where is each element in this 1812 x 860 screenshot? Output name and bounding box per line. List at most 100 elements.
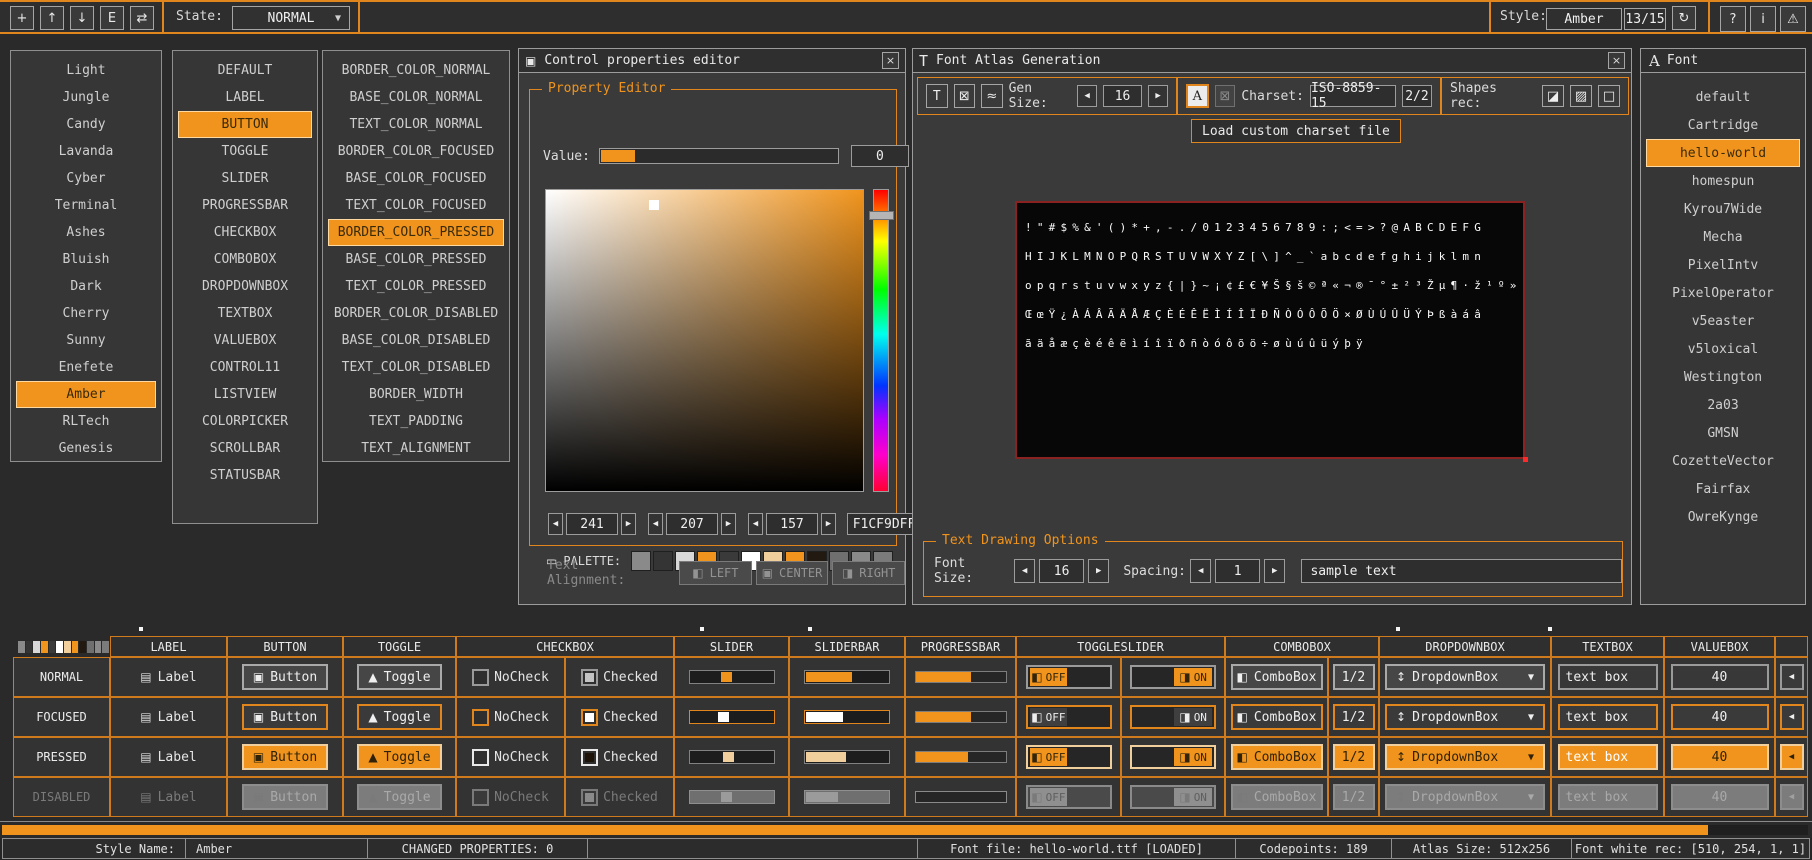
- font-atlas-preview[interactable]: !"#$%&'()*+,-./0123456789:;<=>?@ABCDEFGH…: [1015, 201, 1525, 459]
- control-item[interactable]: CHECKBOX: [178, 219, 312, 246]
- theme-item[interactable]: Jungle: [16, 84, 156, 111]
- textbox-sample[interactable]: text box: [1558, 744, 1658, 770]
- control-item[interactable]: COMBOBOX: [178, 246, 312, 273]
- theme-item[interactable]: Bluish: [16, 246, 156, 273]
- combobox-sample[interactable]: ◧ComboBox: [1231, 784, 1323, 810]
- font-item[interactable]: Westington: [1646, 363, 1800, 391]
- button-sample[interactable]: ▣Button: [242, 664, 328, 690]
- image-wave-icon[interactable]: ≈: [981, 84, 1003, 108]
- combobox-counter[interactable]: 1/2: [1333, 664, 1375, 690]
- new-file-icon[interactable]: +: [10, 6, 34, 30]
- valuebox-sample[interactable]: 40: [1671, 664, 1769, 690]
- theme-item[interactable]: Cyber: [16, 165, 156, 192]
- theme-item[interactable]: Genesis: [16, 435, 156, 462]
- control-item[interactable]: TEXTBOX: [178, 300, 312, 327]
- font-size-increment[interactable]: ▶: [1088, 559, 1109, 583]
- font-atlas-titlebar[interactable]: T Font Atlas Generation ×: [913, 49, 1631, 73]
- button-sample[interactable]: ▣Button: [242, 704, 328, 730]
- spinner-left-arrow[interactable]: ◀: [1780, 784, 1804, 810]
- valuebox-sample[interactable]: 40: [1671, 704, 1769, 730]
- control-item[interactable]: LISTVIEW: [178, 381, 312, 408]
- toggleslider-off[interactable]: ◧OFF: [1026, 745, 1112, 769]
- font-item[interactable]: v5loxical: [1646, 335, 1800, 363]
- dropdownbox-sample[interactable]: ↕DropdownBox ▼: [1385, 784, 1545, 810]
- control-item[interactable]: CONTROL11: [178, 354, 312, 381]
- checkbox-unchecked[interactable]: NoCheck: [472, 709, 549, 726]
- blue-decrement[interactable]: ◀: [748, 513, 763, 535]
- font-item[interactable]: Cartridge: [1646, 111, 1800, 139]
- gen-size-decrement[interactable]: ◀: [1077, 85, 1097, 107]
- value-box[interactable]: 0: [851, 145, 909, 167]
- checkbox-checked[interactable]: Checked: [581, 749, 658, 766]
- shape-empty-icon[interactable]: □: [1598, 85, 1620, 107]
- property-item[interactable]: BASE_COLOR_PRESSED: [328, 246, 504, 273]
- property-item[interactable]: BORDER_COLOR_PRESSED: [328, 219, 504, 246]
- state-dropdown[interactable]: NORMAL ▼: [232, 6, 350, 30]
- sample-text-input[interactable]: sample text: [1301, 559, 1622, 583]
- style-name-box[interactable]: Amber: [1546, 8, 1622, 30]
- align-right-button[interactable]: ◨RIGHT: [832, 561, 905, 585]
- dropdownbox-sample[interactable]: ↕DropdownBox ▼: [1385, 704, 1545, 730]
- control-item[interactable]: STATUSBAR: [178, 462, 312, 489]
- font-item[interactable]: Fairfax: [1646, 475, 1800, 503]
- property-item[interactable]: BASE_COLOR_FOCUSED: [328, 165, 504, 192]
- spinner-left-arrow[interactable]: ◀: [1780, 704, 1804, 730]
- close-icon[interactable]: ×: [1608, 52, 1625, 69]
- combobox-counter[interactable]: 1/2: [1333, 704, 1375, 730]
- valuebox-sample[interactable]: 40: [1671, 784, 1769, 810]
- properties-editor-titlebar[interactable]: ▣ Control properties editor ×: [519, 49, 905, 73]
- combobox-sample[interactable]: ◧ComboBox: [1231, 664, 1323, 690]
- theme-item[interactable]: Sunny: [16, 327, 156, 354]
- clear-charset-icon[interactable]: ⊠: [1215, 85, 1236, 107]
- theme-item[interactable]: Lavanda: [16, 138, 156, 165]
- slider-knob[interactable]: [721, 792, 732, 802]
- sliderbar-sample[interactable]: [804, 790, 890, 804]
- toggleslider-on[interactable]: ◨ON: [1130, 745, 1216, 769]
- checkbox-unchecked[interactable]: NoCheck: [472, 669, 549, 686]
- theme-item[interactable]: Dark: [16, 273, 156, 300]
- charset-page[interactable]: 2/2: [1402, 85, 1432, 107]
- toggleslider-off[interactable]: ◧OFF: [1026, 785, 1112, 809]
- toggleslider-on[interactable]: ◨ON: [1130, 705, 1216, 729]
- toggle-sample[interactable]: ▲Toggle: [357, 784, 441, 810]
- toggleslider-on[interactable]: ◨ON: [1130, 665, 1216, 689]
- slider-sample[interactable]: [689, 710, 775, 724]
- spacing-value[interactable]: 1: [1215, 559, 1260, 583]
- toggle-sample[interactable]: ▲Toggle: [357, 704, 441, 730]
- textbox-sample[interactable]: text box: [1558, 704, 1658, 730]
- slider-knob[interactable]: [718, 712, 729, 722]
- control-item[interactable]: COLORPICKER: [178, 408, 312, 435]
- open-file-icon[interactable]: ↑: [40, 6, 64, 30]
- theme-item[interactable]: Amber: [16, 381, 156, 408]
- image-clear-icon[interactable]: ⊠: [954, 84, 976, 108]
- font-item[interactable]: v5easter: [1646, 307, 1800, 335]
- control-item[interactable]: LABEL: [178, 84, 312, 111]
- horizontal-scrollbar[interactable]: [2, 825, 1808, 835]
- slider-sample[interactable]: [689, 790, 775, 804]
- property-item[interactable]: TEXT_ALIGNMENT: [328, 435, 504, 462]
- property-item[interactable]: BASE_COLOR_NORMAL: [328, 84, 504, 111]
- shape-slash-icon[interactable]: ▨: [1570, 85, 1592, 107]
- font-item[interactable]: OwreKynge: [1646, 503, 1800, 531]
- font-item[interactable]: 2a03: [1646, 391, 1800, 419]
- random-style-icon[interactable]: ⇄: [130, 6, 154, 30]
- scrollbar-thumb[interactable]: [2, 825, 1708, 835]
- font-item[interactable]: Kyrou7Wide: [1646, 195, 1800, 223]
- combobox-counter[interactable]: 1/2: [1333, 784, 1375, 810]
- green-decrement[interactable]: ◀: [648, 513, 663, 535]
- font-item[interactable]: PixelIntv: [1646, 251, 1800, 279]
- info-icon[interactable]: i: [1750, 6, 1776, 32]
- combobox-sample[interactable]: ◧ComboBox: [1231, 704, 1323, 730]
- green-value[interactable]: 207: [666, 513, 718, 535]
- toggleslider-off[interactable]: ◧OFF: [1026, 705, 1112, 729]
- property-item[interactable]: BORDER_COLOR_FOCUSED: [328, 138, 504, 165]
- spacing-increment[interactable]: ▶: [1264, 559, 1285, 583]
- property-item[interactable]: TEXT_COLOR_DISABLED: [328, 354, 504, 381]
- toggleslider-off[interactable]: ◧OFF: [1026, 665, 1112, 689]
- color-panel[interactable]: [545, 189, 864, 492]
- theme-item[interactable]: Enefete: [16, 354, 156, 381]
- red-decrement[interactable]: ◀: [548, 513, 563, 535]
- help-icon[interactable]: ?: [1720, 6, 1746, 32]
- property-item[interactable]: TEXT_COLOR_NORMAL: [328, 111, 504, 138]
- font-item[interactable]: Mecha: [1646, 223, 1800, 251]
